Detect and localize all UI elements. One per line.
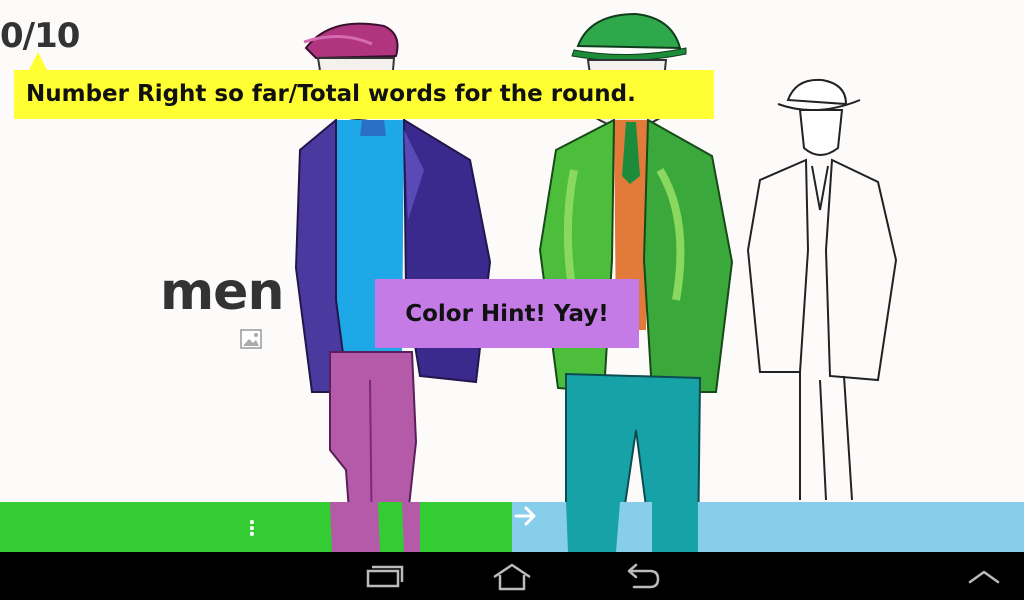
vocabulary-word[interactable]: men xyxy=(160,262,284,322)
system-nav-bar xyxy=(0,552,1024,600)
next-button[interactable] xyxy=(512,502,1024,552)
chevron-up-icon[interactable] xyxy=(962,562,1006,592)
score-counter: 0/10 xyxy=(0,16,80,56)
next-button-art xyxy=(566,502,698,552)
home-icon[interactable] xyxy=(490,562,534,592)
arrow-right-icon xyxy=(514,506,536,526)
color-hint-label: Color Hint! Yay! xyxy=(375,279,639,348)
tooltip-pointer xyxy=(28,52,48,72)
recent-apps-icon[interactable] xyxy=(362,562,406,592)
menu-button[interactable]: ⋮ xyxy=(0,502,512,552)
image-icon[interactable] xyxy=(239,327,263,351)
menu-icon: ⋮ xyxy=(242,516,262,540)
score-tooltip: Number Right so far/Total words for the … xyxy=(14,70,714,119)
back-icon[interactable] xyxy=(620,562,664,592)
man-outline xyxy=(746,78,898,501)
